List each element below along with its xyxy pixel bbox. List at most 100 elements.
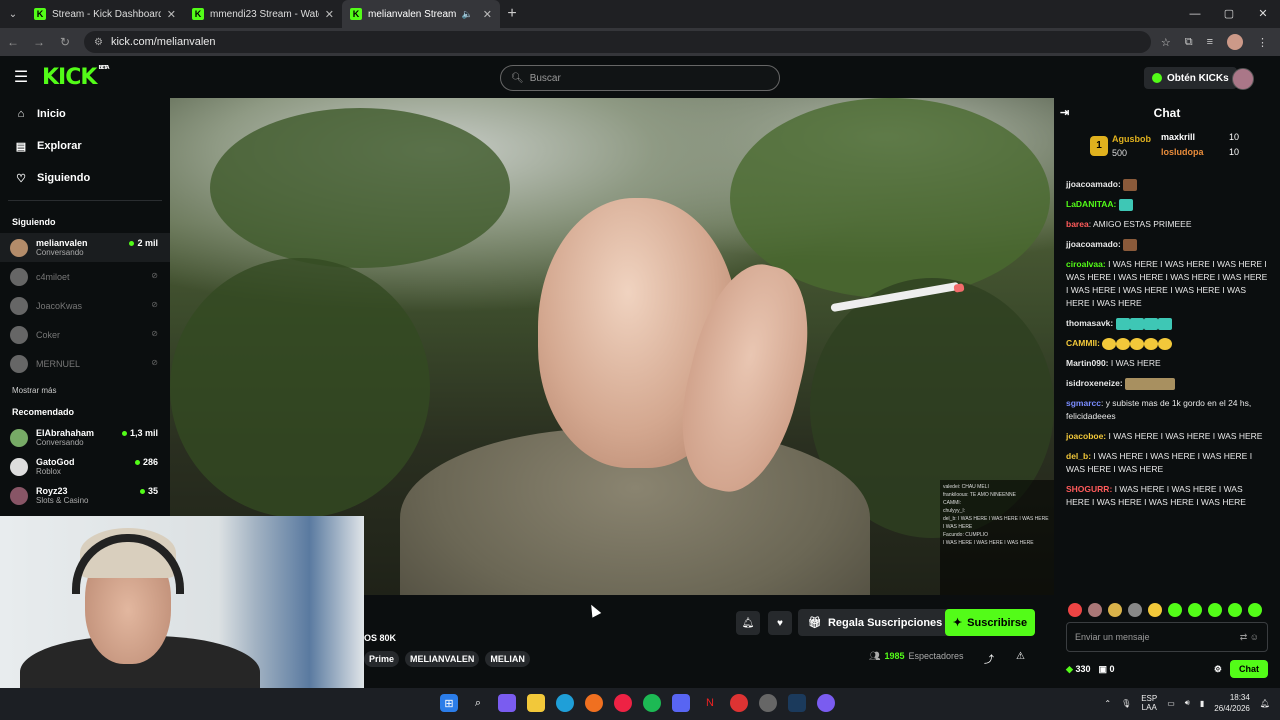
maximize-icon[interactable]: ▢	[1212, 0, 1246, 28]
discord-icon[interactable]	[672, 694, 690, 712]
browser-tab-2[interactable]: K mmendi23 Stream - Watch Live ✕	[184, 0, 342, 28]
profile-avatar[interactable]	[1227, 34, 1243, 50]
language-indicator[interactable]: ESP LAA	[1141, 694, 1157, 712]
battery-icon[interactable]: ▮	[1200, 699, 1204, 708]
channel-elabrahaham[interactable]: ElAbrahaham Conversando 1,3 mil	[0, 423, 170, 452]
firefox-icon[interactable]	[585, 694, 603, 712]
reload-icon[interactable]: ↻	[52, 35, 78, 49]
sidebar-item-inicio[interactable]: ⌂ Inicio	[0, 98, 170, 130]
windows-start-icon[interactable]: ⊞	[440, 694, 458, 712]
forward-icon[interactable]: →	[26, 35, 52, 49]
user-avatar[interactable]	[1232, 68, 1254, 90]
chat-message-input[interactable]: Enviar un mensaje ⇄ ☺	[1066, 622, 1268, 652]
leaderboard-row[interactable]: losludopa 10	[1161, 145, 1239, 160]
media-icon[interactable]: ≡	[1207, 36, 1213, 48]
extensions-icon[interactable]: ⧉	[1185, 36, 1193, 49]
browser-tab-3[interactable]: K melianvalen Stream - Watc 🔈 ✕	[342, 0, 500, 28]
emote-icon[interactable]	[1128, 603, 1142, 617]
close-tab-icon[interactable]: ✕	[167, 8, 176, 21]
chat-username[interactable]: thomasavk:	[1066, 318, 1113, 328]
channel-c4miloet[interactable]: c4miloet ⊘	[0, 262, 170, 291]
search-input[interactable]: 🔍︎ Buscar	[500, 65, 780, 91]
app-icon[interactable]	[817, 694, 835, 712]
chat-username[interactable]: del_b:	[1066, 451, 1091, 461]
channel-mernuel[interactable]: MERNUEL ⊘	[0, 349, 170, 378]
chat-username[interactable]: sgmarcc	[1066, 398, 1101, 408]
share-icon[interactable]: ⤴	[984, 651, 994, 666]
spotify-icon[interactable]	[643, 694, 661, 712]
bookmark-star-icon[interactable]: ☆	[1161, 36, 1171, 49]
chat-username[interactable]: Martin090:	[1066, 358, 1109, 368]
subscribe-button[interactable]: ✦ Suscribirse	[945, 609, 1035, 636]
kicks-balance[interactable]: ◆ 330	[1066, 664, 1090, 675]
netflix-icon[interactable]: N	[701, 694, 719, 712]
translate-icon[interactable]: ⇄	[1240, 632, 1248, 642]
chrome-icon[interactable]	[614, 694, 632, 712]
channel-gatogod[interactable]: GatoGod Roblox 286	[0, 452, 170, 481]
search-icon[interactable]: ⌕	[469, 694, 487, 712]
close-tab-icon[interactable]: ✕	[325, 8, 334, 21]
browser-tab-1[interactable]: K Stream - Kick Dashboard ✕	[26, 0, 184, 28]
report-icon[interactable]: ⚠	[1016, 651, 1025, 662]
channel-royz23[interactable]: Royz23 Slots & Casino 35	[0, 481, 170, 510]
close-window-icon[interactable]: ✕	[1246, 0, 1280, 28]
sidebar-item-explorar[interactable]: ▤ Explorar	[0, 130, 170, 162]
channel-joacokwas[interactable]: JoacoKwas ⊘	[0, 291, 170, 320]
leaderboard-row[interactable]: maxkrill 10	[1161, 130, 1239, 145]
chat-username[interactable]: isidroxeneize:	[1066, 378, 1123, 388]
emote-icon[interactable]	[1068, 603, 1082, 617]
obs-icon[interactable]	[759, 694, 777, 712]
tray-expand-icon[interactable]: ⌃	[1104, 699, 1111, 708]
sidebar-item-siguiendo[interactable]: ♡ Siguiendo	[0, 162, 170, 194]
chat-settings-icon[interactable]: ⚙	[1214, 664, 1222, 675]
emote-icon[interactable]	[1108, 603, 1122, 617]
back-icon[interactable]: ←	[0, 35, 26, 49]
steam-icon[interactable]	[788, 694, 806, 712]
gift-subs-button[interactable]: 🎁︎ Regala Suscripciones	[798, 609, 953, 636]
audio-icon[interactable]: 🔈	[462, 9, 473, 20]
close-tab-icon[interactable]: ✕	[483, 8, 492, 21]
emoji-icon[interactable]: ☺	[1250, 632, 1259, 642]
channel-coker[interactable]: Coker ⊘	[0, 320, 170, 349]
file-explorer-icon[interactable]	[527, 694, 545, 712]
kick-logo[interactable]: KICK BETA	[42, 65, 110, 90]
microphone-icon[interactable]: 🎙︎	[1121, 699, 1131, 708]
chat-username[interactable]: CAMMII:	[1066, 338, 1100, 348]
get-kicks-button[interactable]: Obtén KICKs	[1144, 67, 1237, 89]
emote-icon[interactable]	[1228, 603, 1242, 617]
show-more-link[interactable]: Mostrar más	[0, 378, 170, 403]
send-chat-button[interactable]: Chat	[1230, 660, 1268, 678]
emote-icon[interactable]	[1188, 603, 1202, 617]
new-tab-button[interactable]: +	[500, 5, 524, 23]
emote-icon[interactable]	[1208, 603, 1222, 617]
tag-chip[interactable]: MELIANVALEN	[405, 651, 480, 667]
chat-username[interactable]: SHOGURR:	[1066, 484, 1112, 494]
channel-points[interactable]: ▣ 0	[1098, 664, 1114, 675]
emote-icon[interactable]	[1248, 603, 1262, 617]
chat-username[interactable]: ciroalvaa:	[1066, 259, 1106, 269]
app-icon[interactable]	[730, 694, 748, 712]
url-field[interactable]: ⚙ kick.com/melianvalen	[84, 31, 1151, 53]
channel-melianvalen[interactable]: melianvalen Conversando 2 mil	[0, 233, 170, 262]
volume-icon[interactable]: 🔊︎	[1185, 698, 1190, 708]
notification-bell-button[interactable]: 🔔︎	[736, 611, 760, 635]
tag-chip[interactable]: MELIAN	[485, 651, 530, 667]
chat-username[interactable]: jjoacoamado:	[1066, 179, 1121, 189]
follow-heart-button[interactable]: ♥	[768, 611, 792, 635]
leaderboard-first[interactable]: Agusbob 500	[1112, 128, 1151, 166]
clock[interactable]: 18:34 26/4/2026	[1214, 692, 1250, 714]
network-icon[interactable]: ▭	[1167, 699, 1175, 708]
chat-username[interactable]: jjoacoamado:	[1066, 239, 1121, 249]
tag-chip[interactable]: Prime	[364, 651, 400, 667]
copilot-icon[interactable]	[498, 694, 516, 712]
tab-search-icon[interactable]: ⌄	[0, 0, 26, 28]
notifications-icon[interactable]: 🔔︎	[1260, 699, 1270, 708]
edge-icon[interactable]	[556, 694, 574, 712]
chat-username[interactable]: joacoboe:	[1066, 431, 1106, 441]
collapse-chat-icon[interactable]: ⇥	[1060, 106, 1069, 119]
menu-icon[interactable]: ☰	[0, 67, 42, 87]
emote-icon[interactable]	[1168, 603, 1182, 617]
chat-username[interactable]: barea	[1066, 219, 1089, 229]
emote-icon[interactable]	[1088, 603, 1102, 617]
emote-icon[interactable]	[1148, 603, 1162, 617]
